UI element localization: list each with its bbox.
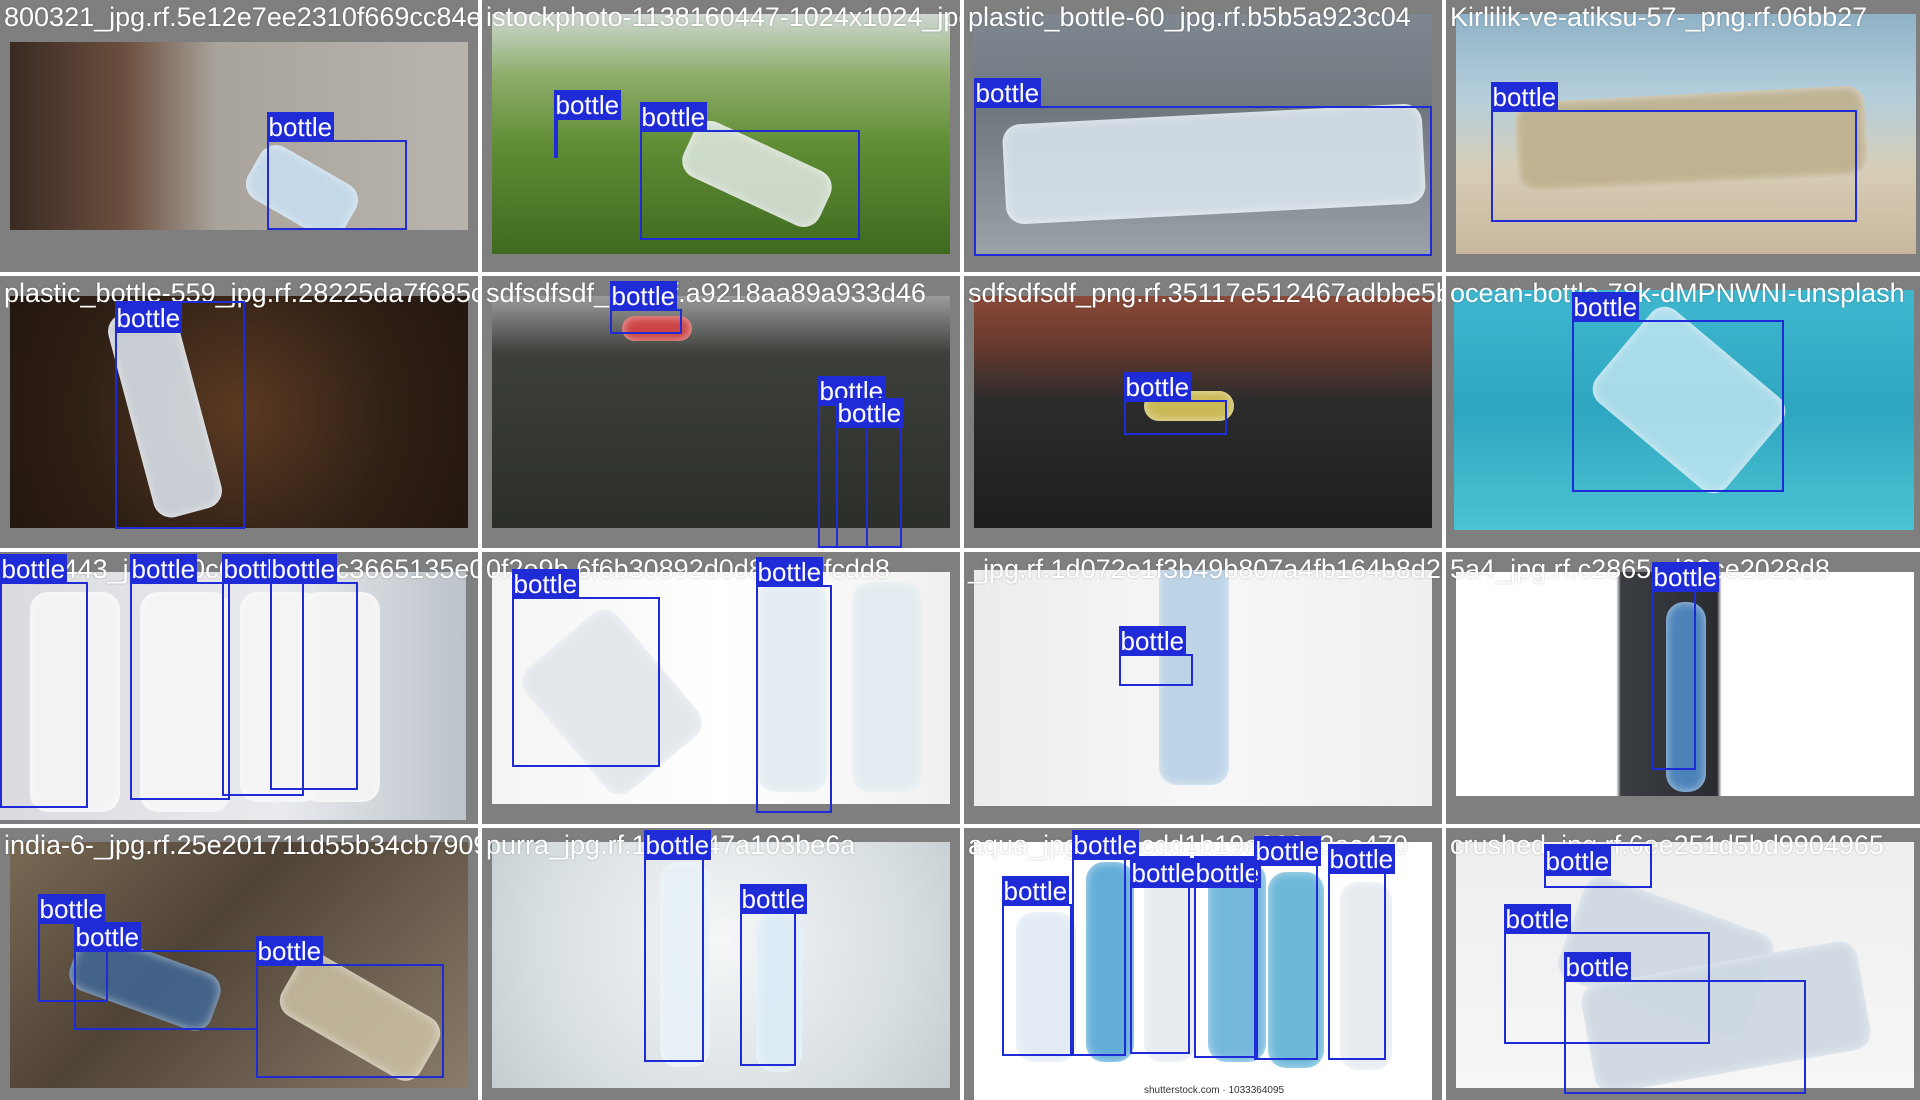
detection-label: bottle [643,830,712,860]
photo-single [974,570,1432,806]
photo-purra [492,842,950,1088]
detection-grid: 800321_jpg.rf.5e12e7ee2310f669cc84e3b8db… [0,0,1920,1100]
detection-box: bottle [73,922,258,1030]
image-tile: plastic_bottle-559_jpg.rf.28225da7f685c3… [0,276,478,548]
detection-label: bottle [129,554,198,584]
detection-label: bottle [639,102,708,132]
detection-label: bottle [1129,858,1198,888]
detection-box: bottle [1071,830,1140,1056]
detection-label: bottle [609,281,678,311]
watermark-text: shutterstock.com · 1033364095 [1144,1085,1285,1096]
image-tile: 0f2e9b.6f6b30892d0d8097efcdd8 bottle bottl… [482,552,960,824]
image-tile: 5a4_jpg.rf.c2865ad03ce2028d8 bottle [1446,552,1920,824]
image-tile: sdfsdfsdf_png.rf.35117e512467adbbe5babot… [964,276,1442,548]
image-tile: tle_0443_jpg.rf.0c65caf26cfc3665135e0bot… [0,552,478,824]
image-tile: purra_jpg.rf.149cd47a103be6abottlebottle [482,828,960,1100]
detection-box: bottle [1571,292,1784,492]
detection-label: bottle [1123,372,1192,402]
detection-box: bottle [1001,876,1072,1056]
detection-label: bottle [835,398,904,428]
detection-label: bottle [973,78,1042,108]
image-filename: Kirlilik-ve-atiksu-57-_png.rf.06bb27 [1450,2,1868,32]
detection-label: bottle [114,303,183,333]
detection-box: bottle [0,554,88,808]
image-tile: Kirlilik-ve-atiksu-57-_png.rf.06bb27bott… [1446,0,1920,272]
detection-box: bottle [739,884,808,1066]
detection-label: bottle [1071,830,1140,860]
detection-label: bottle [1001,876,1070,906]
detection-box: bottle [114,301,245,529]
detection-box: bottle [1563,952,1806,1094]
detection-box: bottle [755,557,832,813]
detection-box: bottle [1118,626,1193,686]
detection-label: bottle [755,557,824,587]
detection-box: bottle [511,569,660,767]
detection-label: bottle [1543,846,1612,876]
detection-box: bottle [1543,844,1652,888]
image-filename: ocean-bottle-78k-dMPNWNI-unsplash [1450,278,1905,308]
detection-label: bottle [511,569,580,599]
image-filename: 800321_jpg.rf.5e12e7ee2310f669cc84e3b8d [4,2,478,32]
detection-label: bottle [0,554,68,584]
detection-box: bottle [553,90,622,158]
image-filename: 5a4_jpg.rf.c2865ad03ce2028d8 [1450,554,1830,584]
detection-label: bottle [1490,82,1559,112]
detection-box: bottle [1123,372,1227,435]
detection-box: bottle [266,112,407,230]
detection-box: bottle [1129,856,1198,1054]
detection-label: bottle [73,922,142,952]
detection-label: bottle [1253,836,1322,866]
image-tile: istockphoto-1138160447-1024x1024_jpgbott… [482,0,960,272]
detection-label: bottle [1651,562,1720,592]
detection-box: bottle [609,281,682,334]
detection-label: bottle [266,112,335,142]
detection-box: bottle [643,830,712,1062]
image-filename: plastic_bottle-60_jpg.rf.b5b5a923c04 [968,2,1411,32]
image-tile: 800321_jpg.rf.5e12e7ee2310f669cc84e3b8db… [0,0,478,272]
detection-label: bottle [269,554,338,584]
image-filename: india-6-_jpg.rf.25e201711d55b34cb79099 [4,830,478,860]
detection-label: bottle [1563,952,1632,982]
detection-label: bottle [37,894,106,924]
detection-box: bottle [1193,856,1262,1058]
image-tile: plastic_bottle-60_jpg.rf.b5b5a923c04bott… [964,0,1442,272]
detection-label: bottle [1503,904,1572,934]
image-filename: sdfsdfsdf_png.rf.a9218aa89a933d46 [486,278,926,308]
detection-box: bottle [269,554,358,790]
detection-box: bottle [129,554,230,800]
detection-box: bottle [835,398,904,548]
detection-label: bottle [553,90,622,120]
detection-label: bottle [255,936,324,966]
detection-label: bottle [1118,626,1187,656]
detection-box: bottle [1253,836,1322,1060]
detection-box: bottle [639,102,860,240]
image-filename: _jpg.rf.1d072e1f3b49b807a4fb164b8d2009 [968,554,1442,584]
image-filename: istockphoto-1138160447-1024x1024_jpg [486,2,960,32]
detection-box: bottle [1651,562,1720,770]
detection-box: bottle [1327,844,1396,1060]
detection-label: bottle [1327,844,1396,874]
detection-label: bottle [1193,858,1262,888]
detection-box: bottle [973,78,1432,256]
image-tile: sdfsdfsdf_png.rf.a9218aa89a933d46 bottle b… [482,276,960,548]
detection-label: bottle [739,884,808,914]
image-tile: india-6-_jpg.rf.25e201711d55b34cb79099bo… [0,828,478,1100]
image-tile: crushed_jpg.rf.6ee251d5bd9904965 bottle bo… [1446,828,1920,1100]
image-filename: crushed_jpg.rf.6ee251d5bd9904965 [1450,830,1884,860]
detection-label: bottle [1571,292,1640,322]
detection-box: bottle [255,936,444,1078]
image-tile: ocean-bottle-78k-dMPNWNI-unsplash bottle [1446,276,1920,548]
bottle-shape [852,582,922,792]
image-filename: sdfsdfsdf_png.rf.35117e512467adbbe5ba [968,278,1442,308]
detection-box: bottle [1490,82,1857,222]
image-tile: shutterstock.com · 1033364095 aqua_jpg.rf… [964,828,1442,1100]
image-tile: _jpg.rf.1d072e1f3b49b807a4fb164b8d2009bo… [964,552,1442,824]
